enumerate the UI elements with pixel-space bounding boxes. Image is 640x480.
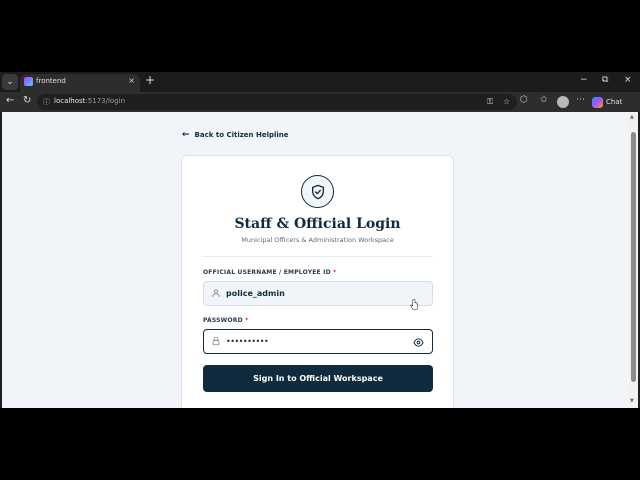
tab-close-icon[interactable]: × bbox=[128, 76, 135, 85]
profile-avatar[interactable] bbox=[557, 96, 569, 108]
extensions-icon[interactable]: ⬡ bbox=[520, 95, 528, 105]
reload-icon[interactable]: ↻ bbox=[23, 95, 31, 106]
arrow-left-icon: ← bbox=[182, 130, 190, 140]
login-card: Staff & Official Login Municipal Officer… bbox=[181, 155, 454, 408]
tab-title: frontend bbox=[36, 77, 66, 85]
letterbox-top bbox=[0, 0, 640, 72]
page-scrollbar[interactable]: ▲ ▼ bbox=[629, 112, 638, 408]
sign-in-label: Sign In to Official Workspace bbox=[253, 374, 383, 383]
password-value: •••••••••• bbox=[226, 337, 269, 346]
tab-actions-menu[interactable]: ⌄ bbox=[2, 74, 18, 90]
key-icon[interactable]: ⚿ bbox=[487, 97, 493, 107]
favorite-star-icon[interactable]: ☆ bbox=[503, 97, 510, 106]
user-icon bbox=[212, 289, 220, 298]
browser-toolbar: ← ↻ ⓘ localhost:5173/login ⚿ ☆ ⬡ ✩ ⋯ Cha… bbox=[0, 92, 640, 112]
page-subtitle: Municipal Officers & Administration Work… bbox=[241, 236, 394, 244]
more-menu-icon[interactable]: ⋯ bbox=[576, 95, 585, 105]
username-input[interactable]: police_admin bbox=[203, 281, 433, 306]
close-window-button[interactable]: × bbox=[624, 75, 632, 85]
lock-icon bbox=[212, 336, 220, 346]
browser-window: ⌄ frontend × + − ⧉ × ← ↻ ⓘ localhost:517… bbox=[0, 72, 640, 408]
page-viewport: ← Back to Citizen Helpline Staff & Offic… bbox=[2, 112, 629, 408]
shield-check-icon bbox=[311, 184, 324, 199]
site-info-icon[interactable]: ⓘ bbox=[43, 97, 50, 107]
copilot-chat-button[interactable]: Chat bbox=[592, 95, 622, 109]
back-arrow-icon[interactable]: ← bbox=[6, 95, 14, 106]
tab-frontend[interactable]: frontend × bbox=[20, 74, 140, 92]
url-text: localhost:5173/login bbox=[54, 97, 126, 105]
back-link-label: Back to Citizen Helpline bbox=[194, 131, 289, 139]
scroll-down-icon[interactable]: ▼ bbox=[630, 398, 634, 404]
password-input[interactable]: •••••••••• bbox=[203, 329, 433, 354]
back-to-helpline-link[interactable]: ← Back to Citizen Helpline bbox=[182, 130, 289, 140]
favorites-icon[interactable]: ✩ bbox=[540, 95, 548, 105]
username-value: police_admin bbox=[226, 289, 285, 298]
letterbox-bottom bbox=[0, 408, 640, 480]
divider bbox=[202, 256, 433, 257]
vite-favicon-icon bbox=[24, 77, 33, 86]
address-bar[interactable]: ⓘ localhost:5173/login ⚿ ☆ bbox=[37, 94, 517, 110]
minimize-button[interactable]: − bbox=[580, 75, 588, 85]
scroll-up-icon[interactable]: ▲ bbox=[630, 114, 634, 120]
sign-in-button[interactable]: Sign In to Official Workspace bbox=[203, 365, 433, 392]
username-label: OFFICIAL USERNAME / EMPLOYEE ID * bbox=[203, 269, 337, 276]
password-label: PASSWORD * bbox=[203, 317, 249, 324]
copilot-icon bbox=[592, 96, 603, 108]
mouse-cursor-icon bbox=[410, 299, 419, 310]
new-tab-button[interactable]: + bbox=[145, 73, 155, 87]
chat-label: Chat bbox=[606, 98, 623, 106]
shield-badge bbox=[301, 175, 334, 208]
restore-button[interactable]: ⧉ bbox=[602, 75, 608, 85]
page-title: Staff & Official Login bbox=[234, 216, 401, 232]
eye-icon[interactable] bbox=[413, 337, 424, 348]
tab-strip: ⌄ frontend × + − ⧉ × bbox=[0, 72, 640, 92]
scrollbar-thumb[interactable] bbox=[631, 132, 636, 382]
